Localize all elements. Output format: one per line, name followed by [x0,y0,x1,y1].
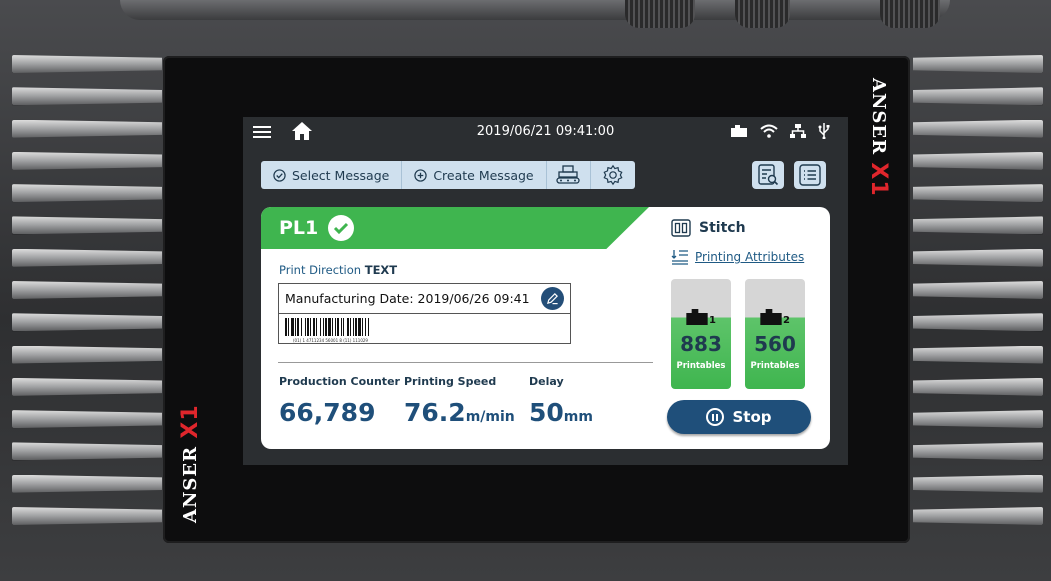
production-counter: Production Counter 66,789 [279,375,400,427]
production-line-card: PL1 Print Direction TEXT Manufacturing D… [261,207,830,449]
usb-icon [818,123,830,139]
printables-label: Printables [750,361,800,371]
print-direction-label: Print Direction [279,263,362,277]
stop-label: Stop [732,408,772,426]
delay-value: 50 [529,398,564,427]
printables-label: Printables [676,361,726,371]
edit-message-button[interactable] [541,287,564,310]
message-list-button[interactable] [794,161,826,189]
pencil-icon [546,293,558,305]
message-text: Manufacturing Date: 2019/06/26 09:41 [285,291,530,306]
settings-button[interactable] [591,161,635,189]
cartridge-2-tile[interactable]: 2 560 Printables [745,279,805,389]
create-message-label: Create Message [433,167,534,183]
connector-port [625,0,695,28]
system-datetime: 2019/06/21 09:41:00 [476,124,615,139]
barcode-text: (01) 1 4711234 56001 8 (11) 111029 [293,338,368,343]
delay-label: Delay [529,375,564,388]
stop-button[interactable]: Stop [667,400,811,434]
network-icon [790,124,806,138]
printing-speed: Printing Speed 76.2m/min [404,375,515,427]
ink-cartridge-icon [760,309,782,325]
production-counter-label: Production Counter [279,375,400,388]
stitch-icon [671,219,691,237]
cartridge-number: 2 [783,315,790,326]
delay: Delay 50mm [529,375,593,427]
printing-attributes-link[interactable]: Printing Attributes [671,249,804,265]
message-preview[interactable]: Manufacturing Date: 2019/06/26 09:41 (01… [278,283,571,344]
menu-icon[interactable] [253,123,271,139]
plus-circle-icon [414,168,428,182]
message-toolbar: Select Message Create Message [261,161,635,189]
home-icon[interactable] [291,121,313,141]
connector-port [735,0,790,28]
brand-logo-right: ANSER X1 [863,78,891,228]
report-icon [758,164,779,186]
brand-name: ANSER [868,78,889,156]
create-message-button[interactable]: Create Message [402,161,547,189]
cartridge-number: 1 [709,315,716,326]
print-mode: Stitch [671,219,746,237]
left-cooling-fins [12,55,162,525]
gear-icon [603,164,623,186]
printables-count: 560 [754,332,796,356]
status-ok-icon [328,215,355,241]
delay-unit: mm [563,409,593,425]
status-bar: 2019/06/21 09:41:00 [243,117,848,147]
list-icon [799,164,821,186]
print-mode-label: Stitch [699,220,746,236]
brand-model: X1 [178,404,203,439]
section-divider [278,362,653,363]
printing-speed-value: 76.2 [404,398,466,427]
conveyor-button[interactable] [547,161,591,189]
attributes-icon [671,250,688,265]
line-status-header: PL1 [261,207,649,249]
printing-attributes-label: Printing Attributes [695,250,805,264]
touch-screen: 2019/06/21 09:41:00 Select Message Creat… [243,117,848,465]
brand-model: X1 [866,162,891,197]
select-message-label: Select Message [292,167,390,183]
production-counter-value: 66,789 [279,398,376,427]
printing-speed-unit: m/min [465,409,515,425]
pause-icon [706,408,725,426]
conveyor-icon [556,165,580,184]
select-message-button[interactable]: Select Message [261,161,403,189]
printables-count: 883 [680,332,722,356]
ink-cartridge-icon [686,309,708,325]
ink-cartridge-icon [730,125,748,137]
brand-logo-left: ANSER X1 [178,373,206,523]
line-name: PL1 [279,217,319,239]
print-direction: Print Direction TEXT [279,263,397,277]
check-circle-icon [273,168,286,182]
connector-port [880,0,940,28]
device-top-edge [120,0,950,20]
print-direction-value: TEXT [364,263,398,277]
printing-speed-label: Printing Speed [404,375,497,388]
brand-name: ANSER [180,445,201,523]
report-button[interactable] [752,161,784,189]
cartridge-1-tile[interactable]: 1 883 Printables [671,279,731,389]
right-cooling-fins [913,55,1043,525]
wifi-icon [760,124,778,138]
